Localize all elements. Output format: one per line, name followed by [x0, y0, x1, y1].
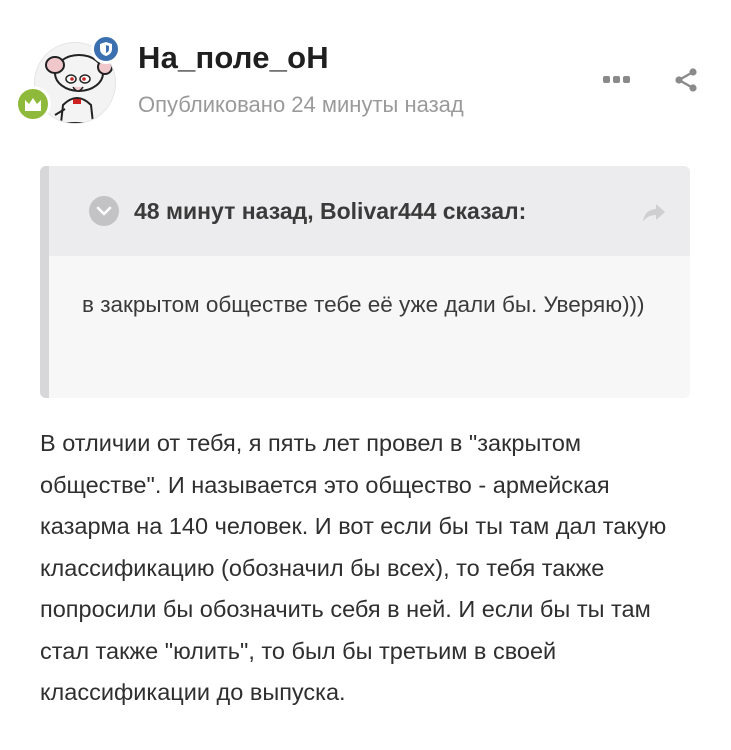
post-body-text: В отличии от тебя, я пять лет провел в "…	[40, 430, 667, 705]
share-arrow-icon	[643, 204, 665, 222]
quote-text: в закрытом обществе тебе её уже дали бы.…	[82, 292, 645, 317]
post-header: На_поле_оН Опубликовано 24 минуты назад	[0, 0, 731, 150]
chevron-down-icon	[96, 206, 112, 216]
more-button[interactable]	[601, 69, 631, 89]
quote-accent-bar	[40, 166, 49, 398]
rank-badge	[15, 86, 51, 122]
quote-header: 48 минут назад, Bolivar444 сказал:	[49, 166, 690, 256]
more-dots-icon	[602, 75, 610, 83]
post-timestamp[interactable]: Опубликовано 24 минуты назад	[138, 92, 464, 118]
quote-block: 48 минут назад, Bolivar444 сказал: в зак…	[40, 166, 690, 398]
quote-citation[interactable]: 48 минут назад, Bolivar444 сказал:	[134, 198, 526, 225]
quote-jump-button[interactable]	[641, 202, 667, 224]
more-dots-icon	[622, 75, 630, 83]
quote-toggle-button[interactable]	[89, 196, 119, 226]
share-button[interactable]	[672, 66, 700, 94]
crown-icon	[25, 98, 41, 111]
shield-icon	[100, 42, 112, 56]
more-dots-icon	[612, 75, 620, 83]
moderator-badge	[91, 34, 121, 64]
share-icon	[675, 68, 697, 92]
author-username[interactable]: На_поле_оН	[138, 40, 329, 76]
